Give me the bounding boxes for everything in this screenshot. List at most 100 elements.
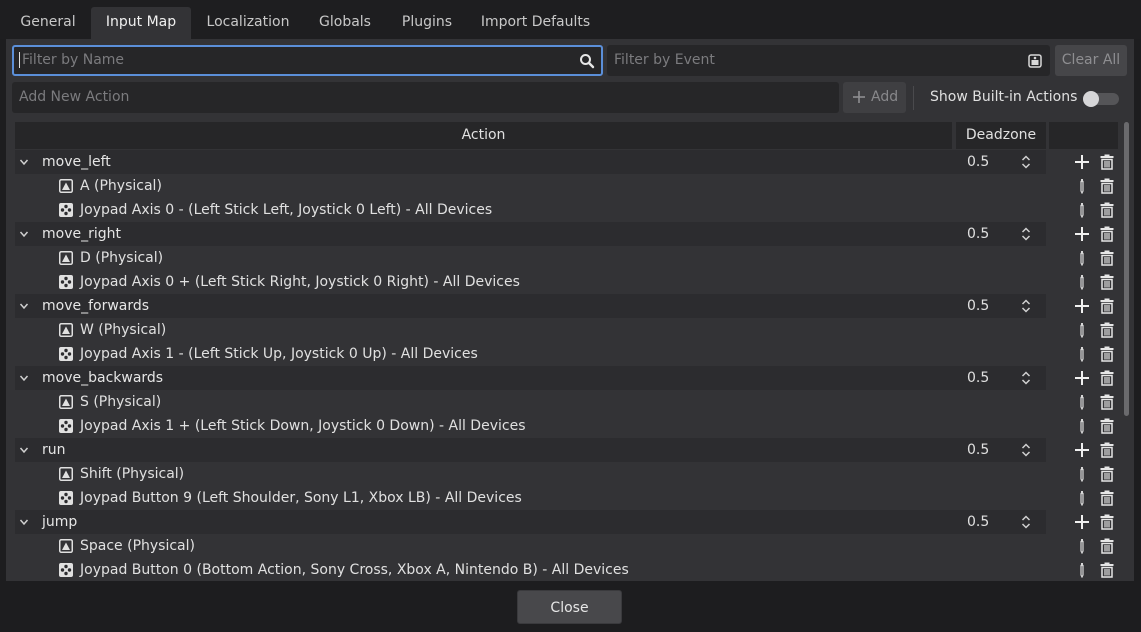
action-name[interactable]: run [42,438,66,462]
collapse-arrow-icon[interactable] [19,517,29,527]
add-new-action-input[interactable]: Add New Action [12,82,839,113]
column-header-actions [1049,122,1118,149]
remove-icon[interactable] [1099,490,1115,506]
action-name[interactable]: jump [42,510,77,534]
add-event-icon[interactable] [1074,370,1090,386]
action-name[interactable]: move_right [42,222,121,246]
action-row[interactable]: move_left 0.5 [15,150,1118,174]
edit-event-icon[interactable] [1074,250,1090,266]
deadzone-spinner-icon[interactable] [1021,443,1031,457]
deadzone-value[interactable]: 0.5 [967,366,989,390]
event-row[interactable]: Joypad Button 0 (Bottom Action, Sony Cro… [15,558,1118,582]
edit-event-icon[interactable] [1074,490,1090,506]
remove-icon[interactable] [1099,442,1115,458]
remove-icon[interactable] [1099,274,1115,290]
action-row-background [15,366,1046,390]
event-row[interactable]: Joypad Axis 0 - (Left Stick Left, Joysti… [15,198,1118,222]
remove-icon[interactable] [1099,226,1115,242]
event-row[interactable]: Space (Physical) [15,534,1118,558]
event-row[interactable]: Shift (Physical) [15,462,1118,486]
deadzone-value[interactable]: 0.5 [967,150,989,174]
edit-event-icon[interactable] [1074,394,1090,410]
add-event-icon[interactable] [1074,442,1090,458]
deadzone-spinner-icon[interactable] [1021,515,1031,529]
remove-icon[interactable] [1099,250,1115,266]
add-event-icon[interactable] [1074,298,1090,314]
action-name[interactable]: move_left [42,150,111,174]
action-row[interactable]: move_backwards 0.5 [15,366,1118,390]
deadzone-value[interactable]: 0.5 [967,438,989,462]
filter-by-event-input[interactable]: Filter by Event [607,45,1050,76]
collapse-arrow-icon[interactable] [19,373,29,383]
collapse-arrow-icon[interactable] [19,229,29,239]
remove-icon[interactable] [1099,178,1115,194]
deadzone-value[interactable]: 0.5 [967,294,989,318]
event-row[interactable]: Joypad Axis 1 - (Left Stick Up, Joystick… [15,342,1118,366]
add-event-icon[interactable] [1074,154,1090,170]
action-row[interactable]: jump 0.5 [15,510,1118,534]
edit-event-icon[interactable] [1074,538,1090,554]
action-row[interactable]: move_forwards 0.5 [15,294,1118,318]
deadzone-value[interactable]: 0.5 [967,222,989,246]
show-builtin-actions-label: Show Built-in Actions [930,89,1078,105]
deadzone-spinner-icon[interactable] [1021,155,1031,169]
remove-icon[interactable] [1099,322,1115,338]
collapse-arrow-icon[interactable] [19,301,29,311]
event-row[interactable]: D (Physical) [15,246,1118,270]
remove-icon[interactable] [1099,202,1115,218]
remove-icon[interactable] [1099,298,1115,314]
joypad-icon [59,563,73,577]
deadzone-spinner-icon[interactable] [1021,299,1031,313]
show-builtin-actions-toggle[interactable] [1083,91,1119,107]
action-row[interactable]: move_right 0.5 [15,222,1118,246]
edit-event-icon[interactable] [1074,322,1090,338]
remove-icon[interactable] [1099,346,1115,362]
tab-localization[interactable]: Localization [198,7,298,39]
tab-plugins[interactable]: Plugins [391,7,463,39]
vertical-scrollbar[interactable] [1124,122,1129,416]
edit-event-icon[interactable] [1074,202,1090,218]
search-icon [580,54,595,69]
filter-by-name-input[interactable]: Filter by Name [12,45,603,76]
edit-event-icon[interactable] [1074,418,1090,434]
action-row[interactable]: run 0.5 [15,438,1118,462]
remove-icon[interactable] [1099,370,1115,386]
event-row[interactable]: Joypad Axis 1 + (Left Stick Down, Joysti… [15,414,1118,438]
add-action-button[interactable]: Add [843,82,906,113]
tab-globals[interactable]: Globals [307,7,383,39]
tab-import-defaults[interactable]: Import Defaults [471,7,600,39]
remove-icon[interactable] [1099,514,1115,530]
keyboard-key-icon [59,395,73,409]
joypad-icon [59,275,73,289]
close-button[interactable]: Close [517,590,622,624]
edit-event-icon[interactable] [1074,562,1090,578]
edit-event-icon[interactable] [1074,178,1090,194]
clear-all-button[interactable]: Clear All [1055,45,1127,76]
remove-icon[interactable] [1099,466,1115,482]
remove-icon[interactable] [1099,154,1115,170]
event-row[interactable]: W (Physical) [15,318,1118,342]
action-name[interactable]: move_backwards [42,366,163,390]
deadzone-value[interactable]: 0.5 [967,510,989,534]
add-event-icon[interactable] [1074,514,1090,530]
event-row[interactable]: A (Physical) [15,174,1118,198]
event-row[interactable]: Joypad Axis 0 + (Left Stick Right, Joyst… [15,270,1118,294]
action-name[interactable]: move_forwards [42,294,149,318]
remove-icon[interactable] [1099,562,1115,578]
event-listen-icon[interactable] [1027,53,1043,69]
remove-icon[interactable] [1099,538,1115,554]
collapse-arrow-icon[interactable] [19,445,29,455]
edit-event-icon[interactable] [1074,346,1090,362]
remove-icon[interactable] [1099,418,1115,434]
collapse-arrow-icon[interactable] [19,157,29,167]
add-event-icon[interactable] [1074,226,1090,242]
tab-general[interactable]: General [12,7,84,39]
remove-icon[interactable] [1099,394,1115,410]
tab-input-map[interactable]: Input Map [91,7,191,39]
event-row[interactable]: S (Physical) [15,390,1118,414]
edit-event-icon[interactable] [1074,466,1090,482]
deadzone-spinner-icon[interactable] [1021,371,1031,385]
edit-event-icon[interactable] [1074,274,1090,290]
event-row[interactable]: Joypad Button 9 (Left Shoulder, Sony L1,… [15,486,1118,510]
deadzone-spinner-icon[interactable] [1021,227,1031,241]
